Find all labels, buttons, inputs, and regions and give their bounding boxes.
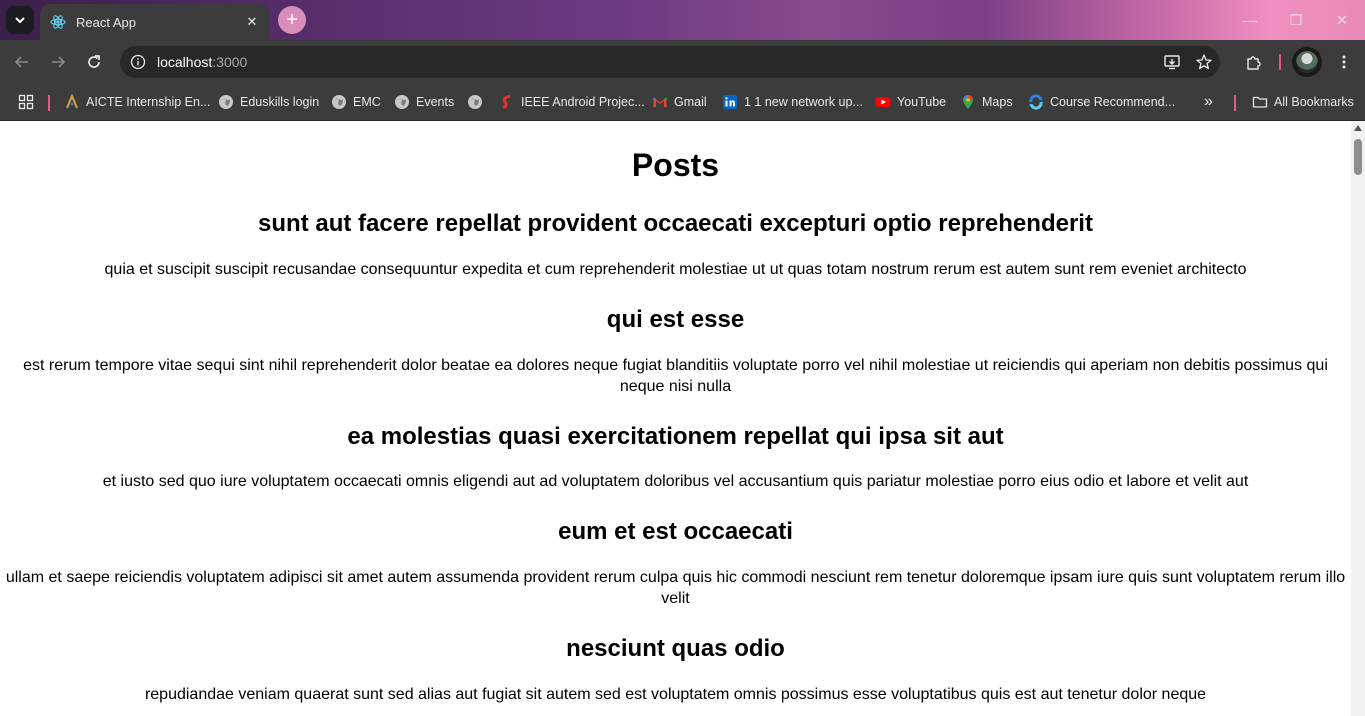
page-viewport: Posts sunt aut facere repellat provident… — [0, 121, 1351, 716]
forward-button[interactable] — [44, 48, 72, 76]
post-item: nesciunt quas odio repudiandae veniam qu… — [0, 635, 1351, 705]
post-body: est rerum tempore vitae sequi sint nihil… — [23, 356, 1328, 395]
address-bar[interactable]: localhost:3000 — [120, 46, 1220, 78]
omnibox-actions — [1156, 46, 1220, 78]
browser-toolbar: localhost:3000 — [0, 40, 1365, 84]
chevron-down-icon — [15, 17, 25, 24]
bookmark-item[interactable]: 1 1 new network up... — [722, 92, 863, 112]
post-body: repudiandae veniam quaerat sunt sed alia… — [144, 685, 1207, 703]
all-bookmarks-button[interactable]: All Bookmarks — [1252, 92, 1354, 112]
post-body: et iusto sed quo iure voluptatem occaeca… — [102, 473, 1249, 491]
back-button[interactable] — [8, 48, 36, 76]
url-host: localhost — [157, 54, 213, 70]
tab-strip: React App ✕ + — ❐ ✕ — [0, 0, 1365, 40]
bookmarks-divider — [48, 95, 50, 111]
scroll-up-icon[interactable] — [1354, 125, 1362, 131]
bookmark-label: Gmail — [674, 95, 707, 109]
bookmark-item[interactable]: Maps — [960, 92, 1013, 112]
tab-title: React App — [76, 14, 136, 30]
apps-grid-icon — [18, 94, 34, 110]
extensions-button[interactable] — [1240, 48, 1268, 76]
page-title: Posts — [631, 147, 720, 183]
post-item: sunt aut facere repellat provident occae… — [0, 210, 1351, 280]
bookmark-label: Events — [416, 95, 455, 109]
url-port: :3000 — [212, 54, 248, 70]
arrow-right-icon — [52, 56, 66, 68]
folder-icon — [1252, 94, 1268, 110]
window-controls: — ❐ ✕ — [1227, 0, 1365, 40]
post-title: eum et est occaecati — [558, 518, 793, 546]
globe-icon — [394, 94, 410, 110]
avatar-image — [1296, 51, 1318, 73]
bookmark-item[interactable]: Eduskills login — [218, 92, 319, 112]
arrow-left-icon — [14, 56, 28, 68]
bookmark-item[interactable] — [467, 92, 489, 112]
bookmark-item[interactable]: Events — [394, 92, 454, 112]
bookmark-label: 1 1 new network up... — [744, 95, 863, 109]
post-body: quia et suscipit suscipit recusandae con… — [104, 260, 1247, 278]
globe-icon — [331, 94, 347, 110]
bookmark-item[interactable]: AICTE Internship En... — [64, 92, 210, 112]
puzzle-icon — [1247, 56, 1261, 70]
post-title: qui est esse — [606, 305, 745, 333]
globe-icon — [218, 94, 234, 110]
tab-search-button[interactable] — [6, 6, 34, 34]
linkedin-icon — [722, 94, 738, 110]
course-icon — [1028, 94, 1044, 110]
react-icon — [50, 14, 66, 30]
scroll-thumb[interactable] — [1354, 139, 1362, 175]
more-vert-icon — [1342, 55, 1346, 69]
ieee-icon — [499, 94, 515, 110]
menu-button[interactable] — [1330, 48, 1358, 76]
post-item: ea molestias quasi exercitationem repell… — [0, 423, 1351, 493]
bookmark-label: IEEE Android Projec... — [521, 95, 645, 109]
reload-icon — [88, 55, 100, 68]
bookmark-item[interactable]: YouTube — [875, 92, 946, 112]
bookmark-item[interactable]: EMC — [331, 92, 381, 112]
reload-button[interactable] — [80, 48, 108, 76]
bookmark-item[interactable]: Course Recommend... — [1028, 92, 1175, 112]
aicte-icon — [64, 94, 80, 110]
post-item: eum et est occaecati ullam et saepe reic… — [0, 518, 1351, 609]
bookmark-label: Eduskills login — [240, 95, 320, 109]
bookmark-item[interactable]: IEEE Android Projec... — [499, 92, 645, 112]
post-title: nesciunt quas odio — [566, 635, 785, 663]
more-bookmarks-button[interactable]: » — [1204, 92, 1213, 112]
bookmark-label: YouTube — [897, 95, 947, 109]
tab-close-icon[interactable]: ✕ — [244, 14, 260, 30]
post-title: sunt aut facere repellat provident occae… — [258, 210, 1093, 237]
bookmark-item[interactable]: Gmail — [652, 92, 707, 112]
post-item: qui est esse est rerum tempore vitae seq… — [0, 306, 1351, 397]
bookmark-label: Course Recommend... — [1050, 95, 1176, 109]
gmail-icon — [652, 94, 668, 110]
bookmarks-bar: AICTE Internship En... Eduskills login E… — [0, 84, 1365, 121]
install-app-icon[interactable] — [1156, 46, 1188, 78]
post-body: ullam et saepe reiciendis voluptatem adi… — [5, 569, 1346, 608]
bookmarks-divider — [1234, 95, 1236, 111]
toolbar-divider — [1279, 54, 1281, 70]
page-scrollbar[interactable] — [1351, 121, 1365, 716]
bookmark-label: AICTE Internship En... — [86, 95, 211, 109]
apps-button[interactable] — [18, 92, 40, 112]
maps-icon — [960, 94, 976, 110]
bookmark-label: EMC — [353, 95, 381, 109]
profile-avatar[interactable] — [1292, 47, 1322, 77]
bookmark-label: Maps — [982, 95, 1013, 109]
bookmark-star-icon[interactable] — [1188, 46, 1220, 78]
new-tab-button[interactable]: + — [278, 6, 306, 34]
site-info-icon[interactable] — [130, 54, 146, 70]
all-bookmarks-label: All Bookmarks — [1274, 95, 1354, 109]
globe-icon — [467, 94, 483, 110]
minimize-button[interactable]: — — [1227, 0, 1273, 40]
close-window-button[interactable]: ✕ — [1319, 0, 1365, 40]
active-tab[interactable]: React App ✕ — [40, 4, 270, 40]
restore-button[interactable]: ❐ — [1273, 0, 1319, 40]
post-title: ea molestias quasi exercitationem repell… — [347, 422, 1004, 450]
youtube-icon — [875, 94, 891, 110]
